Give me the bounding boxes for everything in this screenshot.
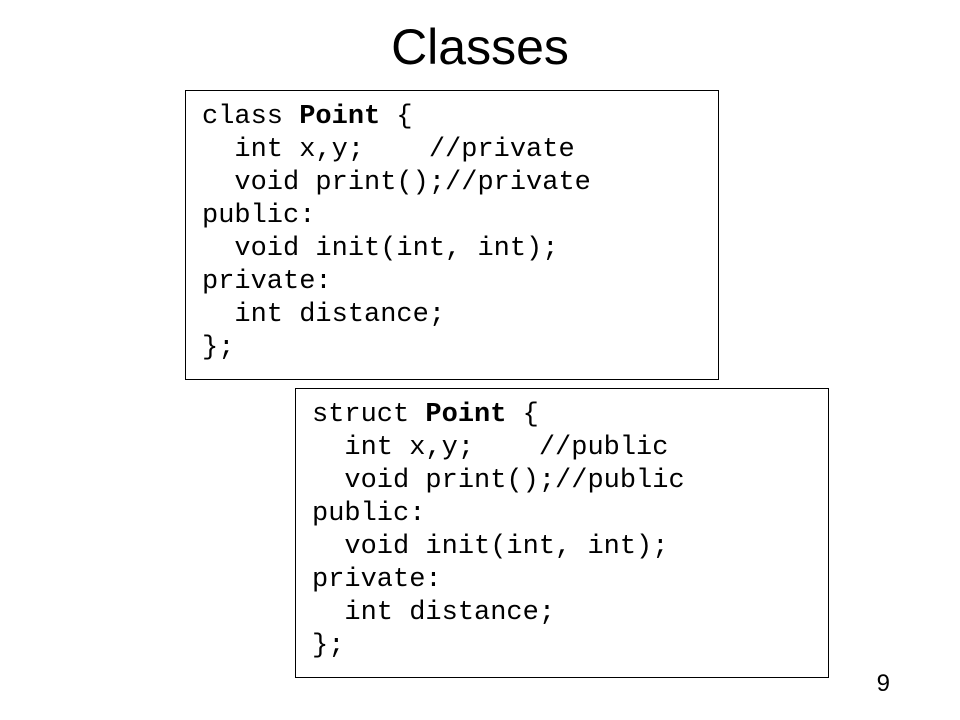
code-line: int x,y; //private [202,135,575,165]
code-line: class [202,102,299,132]
code-block-class: class Point { int x,y; //private void pr… [185,90,719,380]
page-title: Classes [0,18,960,76]
code-line: public: [202,201,315,231]
code-line: int distance; [312,598,555,628]
code-line: int distance; [202,300,445,330]
code-classname: Point [299,102,380,132]
code-line: }; [312,631,344,661]
page-number: 9 [877,670,890,698]
code-structname: Point [425,400,506,430]
code-line: void print();//private [202,168,591,198]
slide: Classes class Point { int x,y; //private… [0,0,960,720]
code-block-struct: struct Point { int x,y; //public void pr… [295,388,829,678]
code-line: int x,y; //public [312,433,668,463]
code-line: private: [312,565,442,595]
code-line: private: [202,267,332,297]
code-line: void init(int, int); [312,532,668,562]
code-line: public: [312,499,425,529]
code-line: { [380,102,412,132]
code-line: }; [202,333,234,363]
code-line: void print();//public [312,466,685,496]
code-line: struct [312,400,425,430]
code-line: void init(int, int); [202,234,558,264]
code-line: { [506,400,538,430]
